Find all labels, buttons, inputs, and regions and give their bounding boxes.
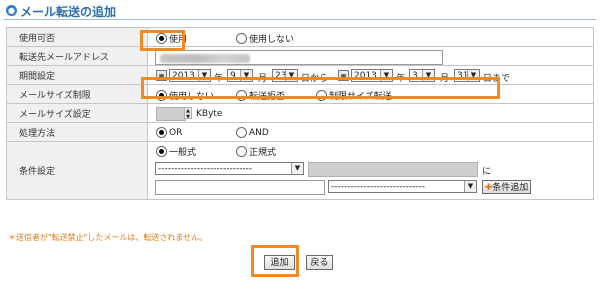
highlight-enable: [140, 30, 185, 51]
highlight-period: [141, 77, 500, 99]
value-forward-address: [147, 46, 594, 66]
radio-icon: [156, 127, 167, 138]
radio-icon: [236, 127, 247, 138]
condition-field-select[interactable]: ----------------------------- ▼: [155, 162, 304, 175]
row-method: 処理方法 OR AND: [6, 122, 594, 142]
radio-icon: [236, 33, 247, 44]
row-forward-address: 転送先メールアドレス: [6, 46, 594, 66]
size-input[interactable]: [156, 107, 186, 121]
label-enable: 使用可否: [6, 27, 148, 47]
back-button[interactable]: 戻る: [306, 255, 333, 270]
value-enable: 使用 使用しない: [147, 27, 594, 47]
radio-cond-general[interactable]: 一般式: [156, 145, 196, 158]
add-button[interactable]: 追加: [264, 255, 295, 270]
condition-value-input-disabled[interactable]: [308, 162, 478, 177]
label-conditions: 条件設定: [6, 141, 148, 200]
condition-op-select[interactable]: ----------------------------- ▼: [328, 180, 477, 193]
value-method: OR AND: [147, 122, 594, 142]
label-size-setting: メールサイズ設定: [6, 103, 148, 123]
spinner-icon[interactable]: ▲ ▼: [184, 107, 192, 120]
blurred-address: [160, 54, 250, 63]
radio-cond-regex[interactable]: 正規式: [236, 145, 276, 158]
title-underline: [4, 19, 596, 20]
row-conditions: 条件設定 一般式 正規式 ---------------------------…: [6, 141, 594, 200]
forward-note: ＊送信者が"転送禁止"したメールは、転送されません。: [8, 233, 208, 242]
add-condition-button[interactable]: ✚条件追加: [482, 180, 531, 194]
page-title: メール転送の追加: [20, 5, 117, 19]
condition-text-input[interactable]: [155, 180, 325, 195]
radio-method-and[interactable]: AND: [236, 127, 269, 138]
forward-address-input[interactable]: [155, 50, 443, 65]
value-conditions: 一般式 正規式 ----------------------------- ▼ に…: [147, 141, 594, 200]
ni-label: に: [482, 167, 492, 177]
row-size-setting: メールサイズ設定 ▲ ▼ KByte: [6, 103, 594, 123]
radio-icon: [236, 146, 247, 157]
info-icon: ●: [6, 5, 17, 16]
label-method: 処理方法: [6, 122, 148, 142]
value-size-setting: ▲ ▼ KByte: [147, 103, 594, 123]
label-forward-address: 転送先メールアドレス: [6, 46, 148, 66]
label-size-limit: メールサイズ制限: [6, 84, 148, 104]
label-period: 期間設定: [6, 65, 148, 85]
radio-enable-notuse[interactable]: 使用しない: [236, 32, 294, 45]
kbyte-unit: KByte: [196, 109, 223, 119]
radio-method-or[interactable]: OR: [156, 127, 182, 138]
page-header: ● メール転送の追加: [0, 0, 600, 22]
radio-icon: [156, 146, 167, 157]
mail-forward-form: 使用可否 使用 使用しない 転送先メールアドレス 期間設定 ▦ 2013▼ 年: [6, 27, 594, 200]
row-enable: 使用可否 使用 使用しない: [6, 27, 594, 47]
